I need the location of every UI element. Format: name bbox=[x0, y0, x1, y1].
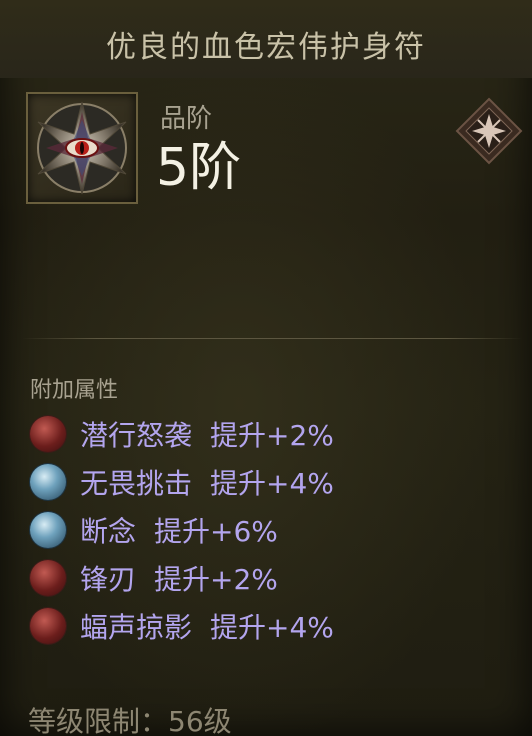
affix-name: 潜行怒袭 bbox=[80, 419, 193, 452]
affix-row: 潜行怒袭 提升+2% bbox=[30, 414, 334, 454]
star-emblem-icon bbox=[455, 97, 523, 165]
affix-row: 无畏挑击 提升+4% bbox=[30, 462, 334, 502]
blue-skill-icon bbox=[30, 512, 66, 548]
red-skill-icon bbox=[30, 560, 66, 596]
section-divider bbox=[22, 338, 522, 339]
affix-bonus: 提升+4% bbox=[210, 467, 334, 500]
red-skill-icon bbox=[30, 608, 66, 644]
item-title: 优良的血色宏伟护身符 bbox=[106, 30, 426, 65]
affix-bonus: 提升+4% bbox=[210, 611, 334, 644]
affix-bonus: 提升+6% bbox=[154, 515, 278, 548]
affix-bonus: 提升+2% bbox=[154, 563, 278, 596]
rank-label: 品阶 bbox=[160, 104, 213, 134]
item-tooltip-panel: 优良的血色宏伟护身符 品阶 5阶 附加属性 潜行怒袭 提升+2% 无畏挑击 提升… bbox=[0, 0, 532, 736]
blue-skill-icon bbox=[30, 464, 66, 500]
affix-row: 锋刃 提升+2% bbox=[30, 558, 278, 598]
affix-name: 锋刃 bbox=[80, 563, 137, 596]
affix-name: 蝠声掠影 bbox=[80, 611, 193, 644]
amulet-eye-icon bbox=[37, 101, 127, 195]
affix-name: 无畏挑击 bbox=[80, 467, 193, 500]
affix-bonus: 提升+2% bbox=[210, 419, 334, 452]
level-requirement: 等级限制：56级 bbox=[28, 705, 232, 736]
red-skill-icon bbox=[30, 416, 66, 452]
affix-row: 蝠声掠影 提升+4% bbox=[30, 606, 334, 646]
rank-value: 5阶 bbox=[156, 138, 242, 198]
affix-row: 断念 提升+6% bbox=[30, 510, 278, 550]
item-icon-frame[interactable] bbox=[26, 92, 138, 204]
affix-name: 断念 bbox=[80, 515, 137, 548]
corner-emblem[interactable] bbox=[454, 96, 524, 166]
affixes-heading: 附加属性 bbox=[30, 378, 119, 403]
